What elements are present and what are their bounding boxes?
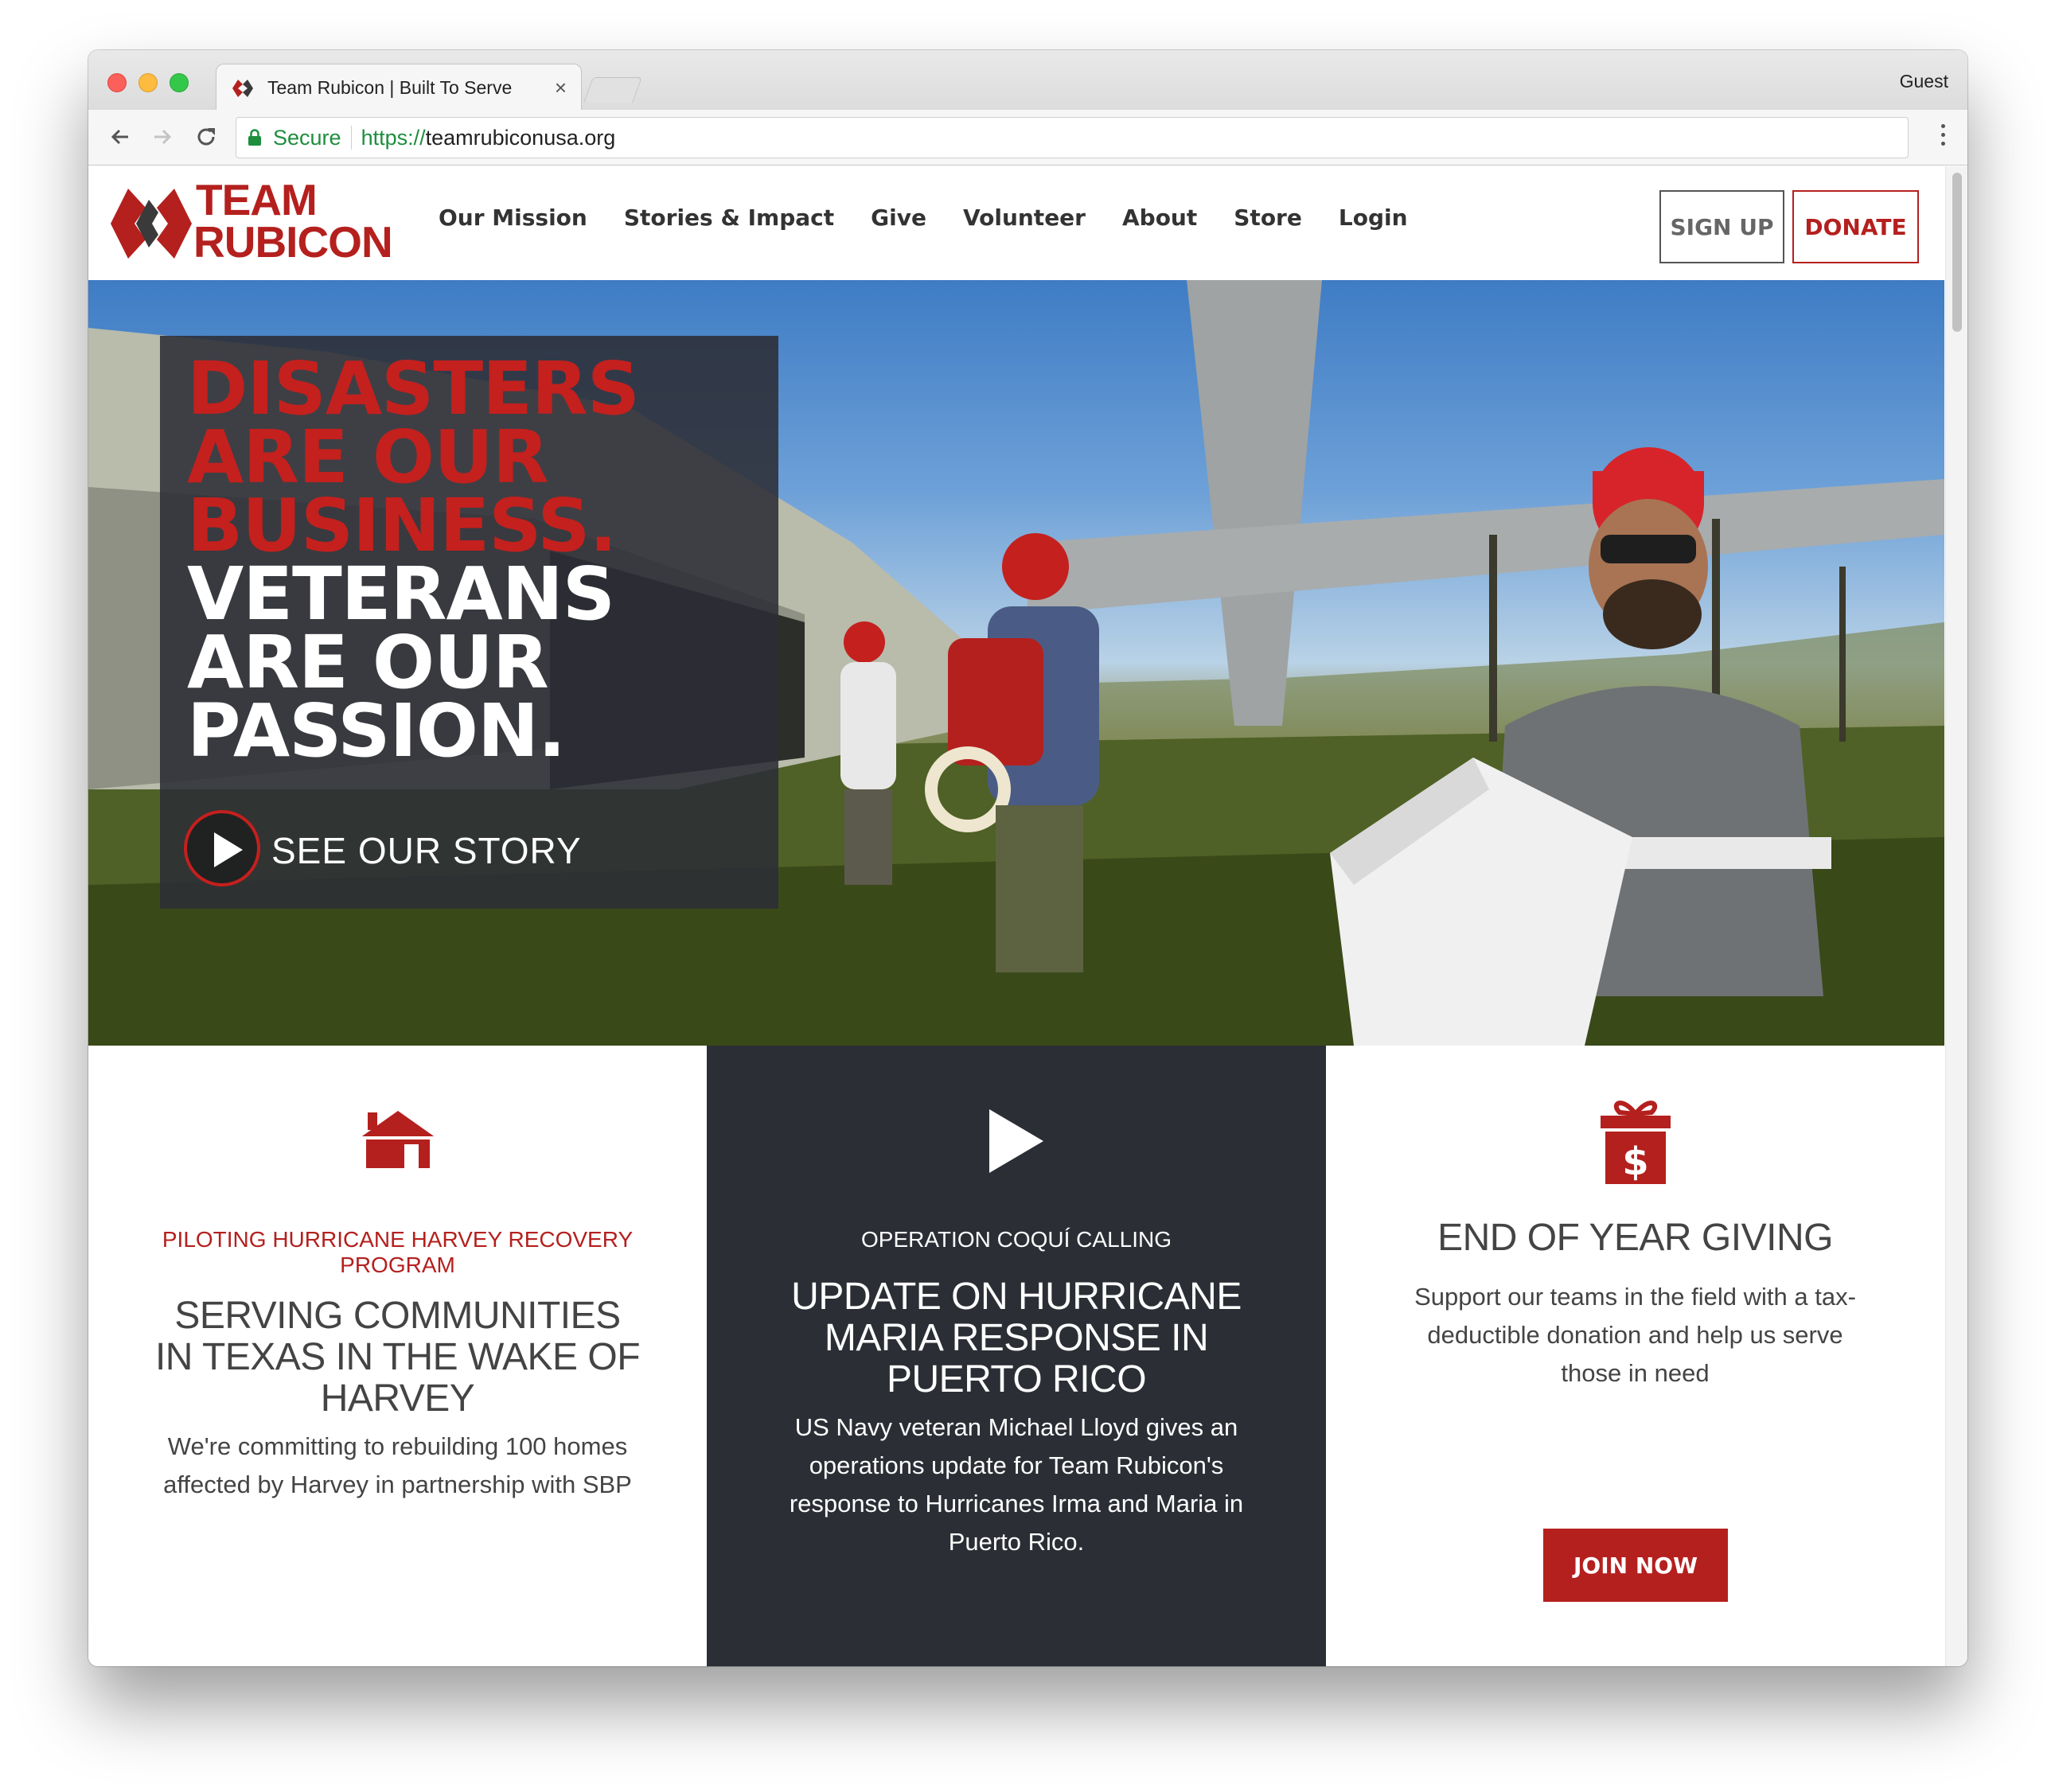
giving-card-body: Support our teams in the field with a ta… bbox=[1414, 1283, 1856, 1387]
play-icon[interactable] bbox=[988, 1108, 1045, 1175]
feature-cards: PILOTING HURRICANE HARVEY RECOVERY PROGR… bbox=[88, 1046, 1944, 1666]
zoom-window-button[interactable] bbox=[170, 73, 189, 92]
nav-our-mission[interactable]: Our Mission bbox=[439, 205, 587, 231]
tab-close-icon[interactable]: × bbox=[555, 76, 567, 100]
browser-tab-strip: Team Rubicon | Built To Serve × Guest bbox=[88, 50, 1967, 111]
nav-login[interactable]: Login bbox=[1339, 205, 1408, 231]
see-our-story-play-icon[interactable] bbox=[184, 810, 260, 886]
nav-about[interactable]: About bbox=[1122, 205, 1197, 231]
omnibox-divider bbox=[350, 126, 352, 150]
join-now-button[interactable]: JOIN NOW bbox=[1543, 1529, 1728, 1602]
tab-title: Team Rubicon | Built To Serve bbox=[267, 77, 513, 98]
harvey-card-eyebrow: PILOTING HURRICANE HARVEY RECOVERY PROGR… bbox=[162, 1227, 634, 1277]
harvey-recovery-card[interactable]: PILOTING HURRICANE HARVEY RECOVERY PROGR… bbox=[88, 1046, 707, 1666]
hero-headline-red-line-2: ARE OUR bbox=[187, 415, 549, 500]
hero-headline-red-line-1: DISASTERS bbox=[187, 346, 640, 431]
back-arrow-icon[interactable] bbox=[104, 121, 136, 153]
logo-wordmark: TEAM RUBICON bbox=[193, 175, 393, 267]
hero-headline-red-line-3: BUSINESS. bbox=[187, 483, 617, 568]
new-tab-button[interactable] bbox=[583, 77, 642, 103]
url-scheme: https:// bbox=[361, 125, 426, 150]
nav-store[interactable]: Store bbox=[1234, 205, 1302, 231]
reload-icon[interactable] bbox=[190, 121, 222, 153]
lock-icon bbox=[248, 129, 261, 146]
logo-wordmark-line2: RUBICON bbox=[193, 217, 393, 267]
close-window-button[interactable] bbox=[107, 73, 127, 92]
minimize-window-button[interactable] bbox=[138, 73, 158, 92]
gift-dollar-icon: $ bbox=[1600, 1101, 1671, 1184]
donate-button[interactable]: DONATE bbox=[1792, 190, 1919, 263]
browser-menu-icon[interactable] bbox=[1940, 124, 1947, 153]
hero-headline-panel: DISASTERS ARE OUR BUSINESS. VETERANS ARE… bbox=[160, 336, 778, 909]
hero-headline-white-line-2: ARE OUR bbox=[187, 620, 549, 705]
maria-card-body: US Navy veteran Michael Lloyd gives an o… bbox=[789, 1413, 1244, 1556]
end-of-year-giving-card[interactable]: $ END OF YEAR GIVING Support our teams i… bbox=[1326, 1046, 1944, 1666]
sign-up-button[interactable]: SIGN UP bbox=[1659, 190, 1784, 263]
nav-give[interactable]: Give bbox=[871, 205, 926, 231]
hero-headline-white-line-3: PASSION. bbox=[187, 688, 566, 773]
browser-tab-active[interactable]: Team Rubicon | Built To Serve × bbox=[216, 64, 582, 111]
svg-text:$: $ bbox=[1622, 1139, 1648, 1184]
address-bar[interactable]: Secure https:// teamrubiconusa.org bbox=[236, 117, 1909, 158]
harvey-card-body: We're committing to rebuilding 100 homes… bbox=[163, 1432, 632, 1498]
url-host: teamrubiconusa.org bbox=[425, 125, 616, 150]
browser-toolbar: Secure https:// teamrubiconusa.org bbox=[88, 110, 1967, 166]
giving-card-title[interactable]: END OF YEAR GIVING bbox=[1390, 1217, 1881, 1259]
harvey-card-title[interactable]: SERVING COMMUNITIES IN TEXAS IN THE WAKE… bbox=[152, 1295, 643, 1420]
team-rubicon-logo[interactable]: TEAM RUBICON bbox=[111, 175, 393, 267]
team-rubicon-favicon-icon bbox=[232, 79, 253, 97]
nav-volunteer[interactable]: Volunteer bbox=[963, 205, 1086, 231]
hurricane-maria-update-card[interactable]: OPERATION COQUÍ CALLING UPDATE ON HURRIC… bbox=[707, 1046, 1326, 1666]
main-navigation: Our Mission Stories & Impact Give Volunt… bbox=[439, 205, 1408, 231]
browser-window: Team Rubicon | Built To Serve × Guest Se… bbox=[88, 50, 1967, 1666]
page-viewport: TEAM RUBICON Our Mission Stories & Impac… bbox=[88, 166, 1967, 1666]
page-scrollbar[interactable] bbox=[1945, 166, 1967, 1666]
house-icon bbox=[359, 1111, 436, 1168]
hero-banner: DISASTERS ARE OUR BUSINESS. VETERANS ARE… bbox=[88, 280, 1944, 1046]
secure-label: Secure bbox=[273, 125, 341, 150]
profile-guest-label[interactable]: Guest bbox=[1900, 71, 1948, 92]
team-rubicon-logo-mark-icon bbox=[111, 189, 192, 259]
logo-wordmark-line1: TEAM bbox=[196, 175, 318, 224]
site-header: TEAM RUBICON Our Mission Stories & Impac… bbox=[88, 166, 1944, 280]
hero-headline-white-line-1: VETERANS bbox=[187, 551, 615, 637]
see-our-story-link[interactable]: SEE OUR STORY bbox=[271, 829, 582, 872]
scrollbar-thumb[interactable] bbox=[1952, 173, 1962, 332]
forward-arrow-icon[interactable] bbox=[146, 121, 178, 153]
nav-stories-impact[interactable]: Stories & Impact bbox=[624, 205, 834, 231]
maria-card-eyebrow: OPERATION COQUÍ CALLING bbox=[861, 1227, 1172, 1252]
maria-card-title[interactable]: UPDATE ON HURRICANE MARIA RESPONSE IN PU… bbox=[770, 1276, 1262, 1400]
